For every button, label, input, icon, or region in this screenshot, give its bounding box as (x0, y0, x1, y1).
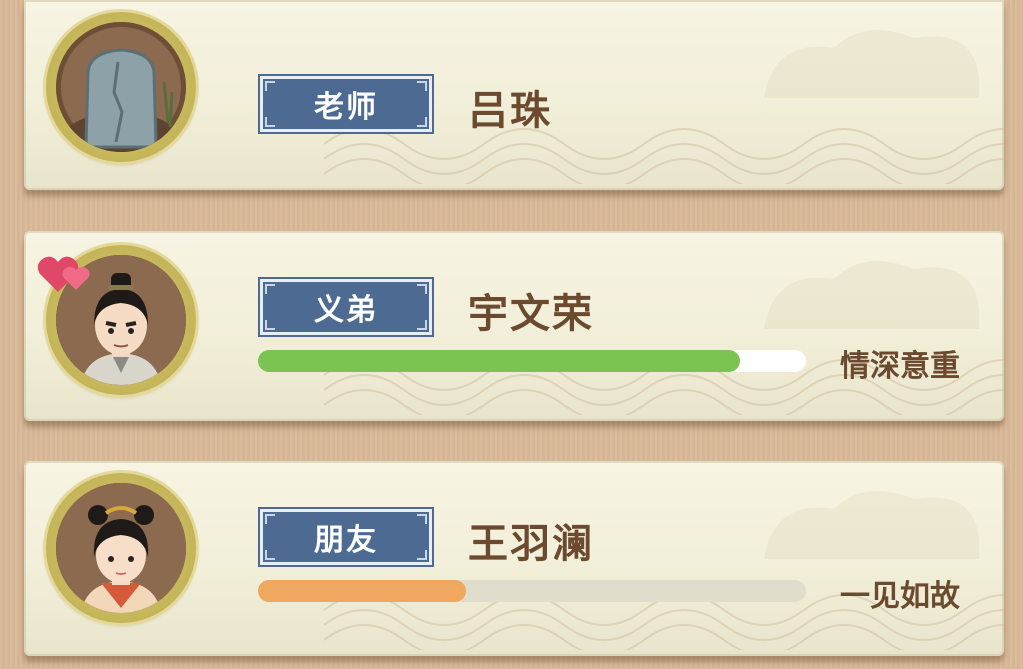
female-avatar (56, 483, 186, 613)
character-name: 王羽澜 (468, 521, 594, 567)
affection-bar-fill (258, 580, 467, 602)
affection-status: 一见如故 (840, 579, 960, 614)
hearts-icon (37, 256, 90, 292)
character-name: 宇文荣 (468, 291, 594, 337)
relation-card-friend[interactable]: 朋友 王羽澜 一见如故 (24, 461, 1004, 656)
relation-tag: 朋友 (260, 509, 432, 565)
relation-tag: 义弟 (260, 279, 432, 335)
avatar-frame[interactable] (46, 473, 196, 623)
affection-bar (258, 350, 806, 372)
affection-bar-fill (258, 350, 741, 372)
cloud-pattern (764, 30, 979, 98)
relation-tag-label: 老师 (314, 90, 378, 125)
character-name: 吕珠 (468, 88, 552, 134)
relation-tag-label: 义弟 (314, 293, 378, 328)
cloud-pattern (764, 261, 979, 329)
affection-bar (258, 580, 806, 602)
avatar-frame[interactable] (46, 12, 196, 162)
relation-tag-label: 朋友 (314, 523, 378, 558)
relation-tag: 老师 (260, 76, 432, 132)
relation-card-sworn-brother[interactable]: 义弟 宇文荣 情深意重 (24, 231, 1004, 421)
tombstone-avatar (61, 48, 181, 152)
affection-status: 情深意重 (840, 349, 960, 384)
cloud-pattern (764, 491, 979, 559)
relation-card-teacher[interactable]: 老师 吕珠 (24, 0, 1004, 190)
